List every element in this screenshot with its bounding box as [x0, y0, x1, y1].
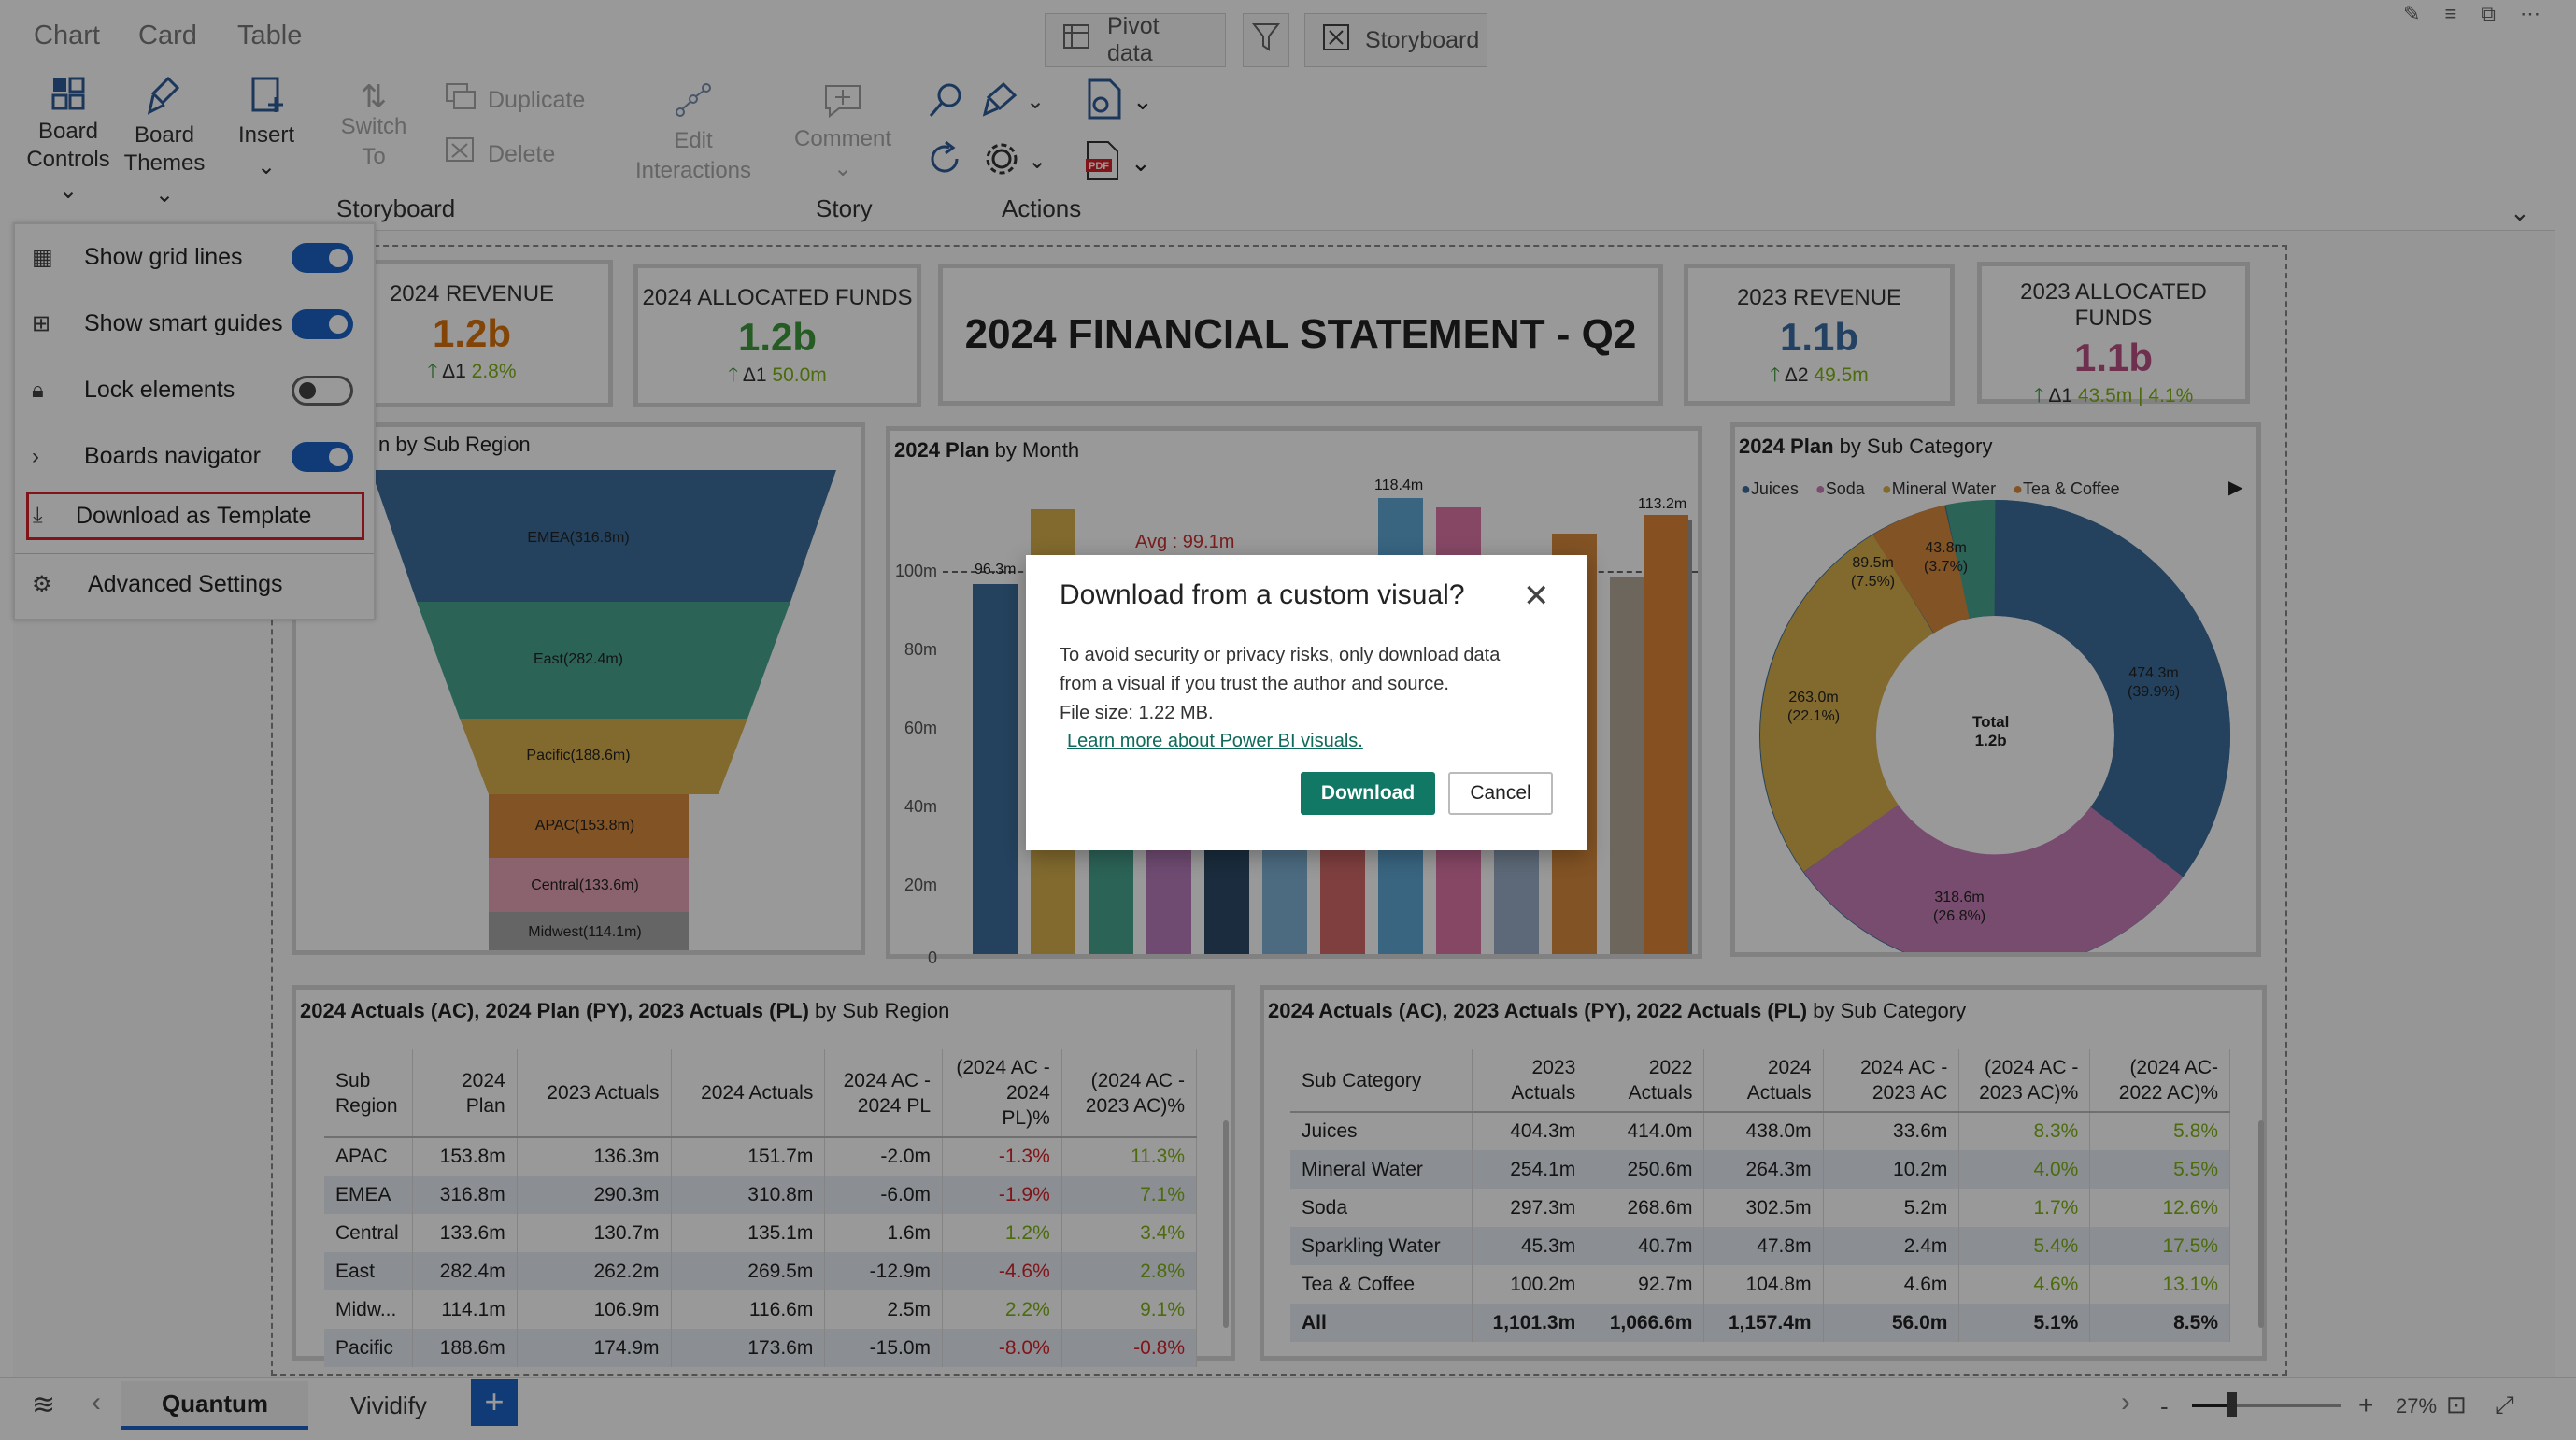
download-dialog: Download from a custom visual? ✕ To avoi… [1026, 555, 1587, 850]
dialog-body-line: from a visual if you trust the author an… [1060, 674, 1449, 694]
dialog-body: To avoid security or privacy risks, only… [1060, 641, 1500, 728]
learn-more-link[interactable]: Learn more about Power BI visuals. [1067, 731, 1363, 752]
dialog-title: Download from a custom visual? [1060, 579, 1465, 610]
download-button[interactable]: Download [1301, 772, 1435, 815]
close-icon[interactable]: ✕ [1523, 577, 1550, 615]
cancel-button[interactable]: Cancel [1448, 772, 1553, 815]
dialog-body-line: To avoid security or privacy risks, only… [1060, 645, 1501, 665]
dialog-file-size: File size: 1.22 MB. [1060, 703, 1214, 723]
